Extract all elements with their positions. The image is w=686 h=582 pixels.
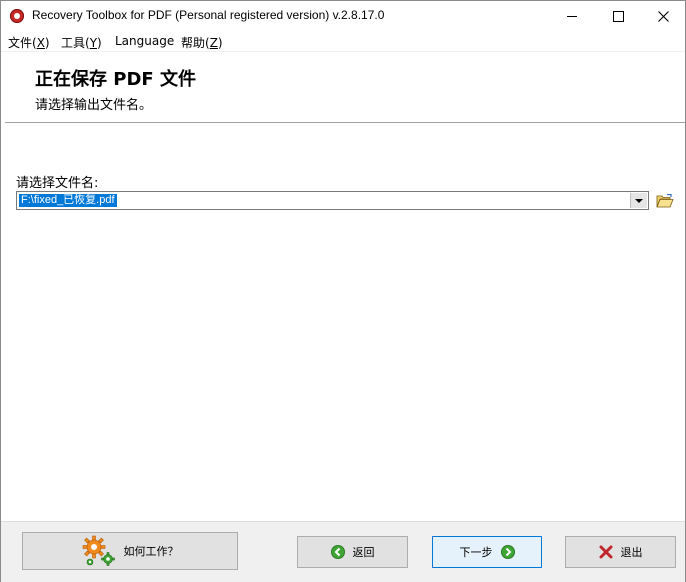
how-it-works-label: 如何工作？ <box>123 545 179 558</box>
filename-value[interactable]: F:\fixed_已恢复.pdf <box>19 194 117 207</box>
open-folder-icon <box>656 193 674 207</box>
chevron-down-icon <box>635 198 643 203</box>
maximize-icon <box>612 10 624 22</box>
arrow-left-icon <box>330 545 345 559</box>
x-icon <box>599 545 613 559</box>
exit-button[interactable]: 退出 <box>565 536 676 568</box>
app-icon[interactable] <box>10 9 24 23</box>
exit-label: 退出 <box>620 546 643 559</box>
back-button[interactable]: 返回 <box>297 536 408 568</box>
how-it-works-button[interactable]: 如何工作？ <box>22 532 238 570</box>
window-title: Recovery Toolbox for PDF (Personal regis… <box>32 8 385 22</box>
menu-language[interactable]: Language <box>115 34 174 48</box>
filename-combobox[interactable]: F:\fixed_已恢复.pdf <box>16 191 649 210</box>
maximize-button[interactable] <box>595 1 641 31</box>
menu-help[interactable]: 帮助(Z) <box>181 34 223 51</box>
header-divider <box>5 122 685 124</box>
minimize-icon <box>567 15 577 17</box>
menu-bar: 文件(X) 工具(Y) Language 帮助(Z) <box>1 32 685 52</box>
button-bar: 如何工作？ 返回 下一步 退出 <box>1 521 685 582</box>
browse-button[interactable] <box>655 191 675 210</box>
app-window: Recovery Toolbox for PDF (Personal regis… <box>0 0 686 582</box>
page-subtitle: 请选择输出文件名。 <box>35 98 153 113</box>
filename-label: 请选择文件名: <box>16 176 99 191</box>
back-label: 返回 <box>352 546 375 559</box>
dropdown-button[interactable] <box>630 193 647 208</box>
close-icon <box>657 10 669 22</box>
close-button[interactable] <box>640 1 686 31</box>
title-bar[interactable]: Recovery Toolbox for PDF (Personal regis… <box>1 1 685 31</box>
minimize-button[interactable] <box>549 1 595 31</box>
arrow-right-icon <box>500 545 515 559</box>
next-label: 下一步 <box>459 546 493 559</box>
page-title: 正在保存 PDF 文件 <box>35 69 196 90</box>
menu-tools[interactable]: 工具(Y) <box>61 34 102 51</box>
next-button[interactable]: 下一步 <box>432 536 542 568</box>
menu-file[interactable]: 文件(X) <box>8 34 50 51</box>
gears-icon <box>82 535 116 567</box>
